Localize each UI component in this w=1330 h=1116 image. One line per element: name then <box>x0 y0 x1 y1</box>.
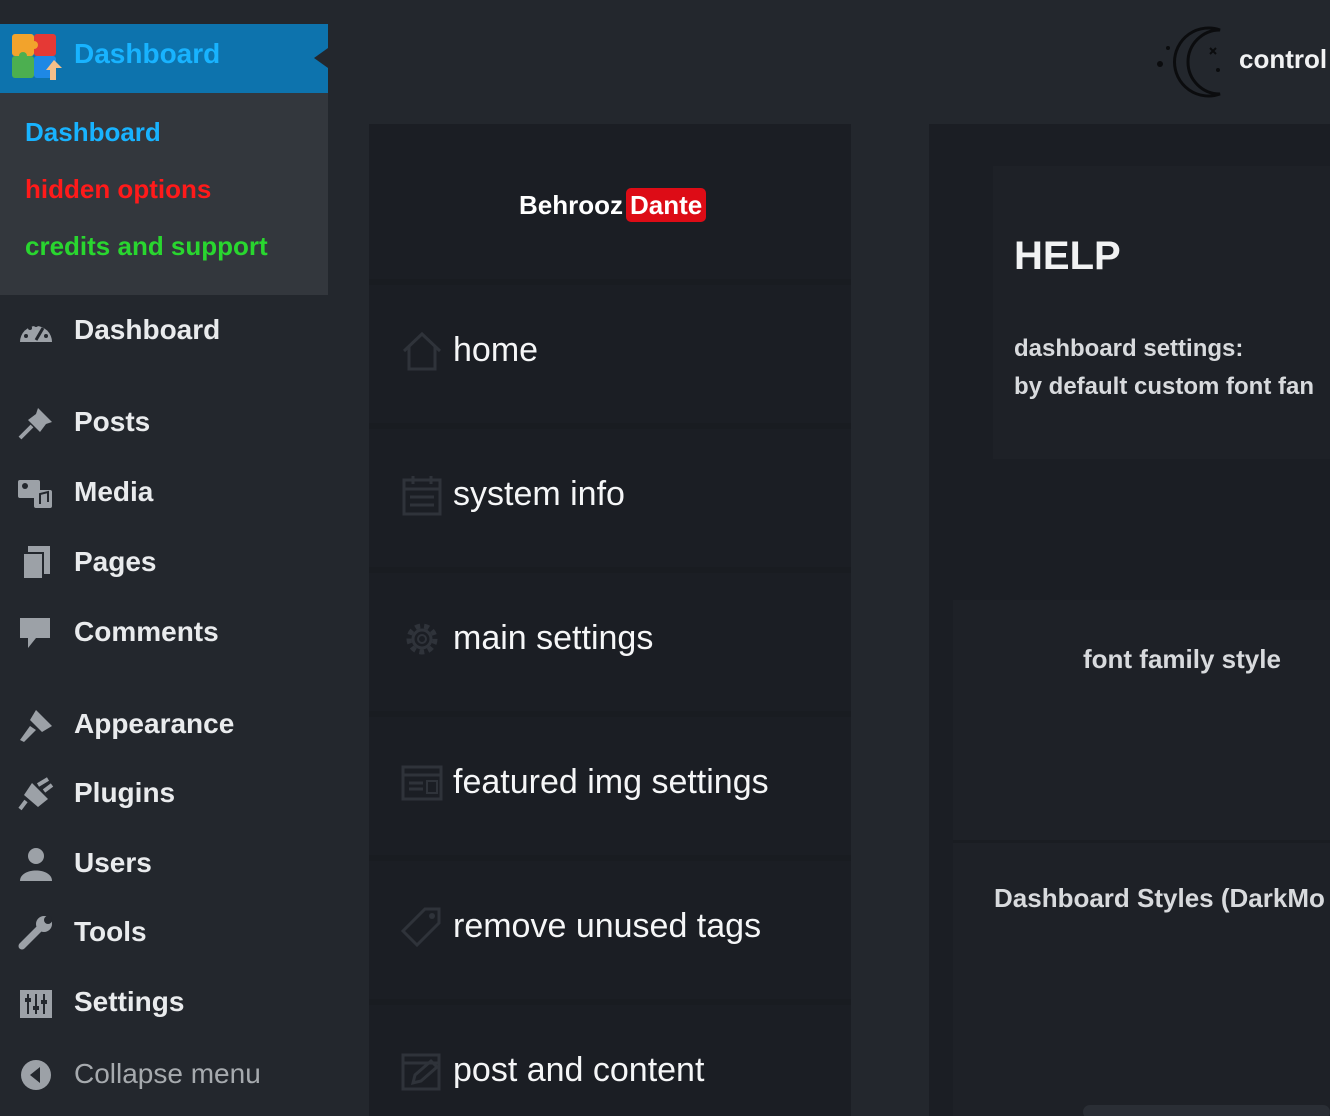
sidebar-item-label: Plugins <box>74 777 176 808</box>
nav-item-featured-img-settings[interactable]: featured img settings <box>369 711 851 849</box>
sidebar-item-label: Media <box>74 476 154 507</box>
comment-icon <box>20 618 50 648</box>
plugin-head-label: Dashboard <box>74 38 221 69</box>
sidebar-item-label: Tools <box>74 916 147 947</box>
help-line-dashboard-settings: dashboard settings: <box>1014 335 1244 362</box>
sliders-icon <box>20 990 52 1018</box>
nav-item-label: remove unused tags <box>453 907 762 945</box>
nav-item-system-info[interactable]: system info <box>369 423 851 561</box>
wrench-icon <box>18 916 52 950</box>
help-line-font-family: by default custom font fan <box>1014 373 1314 400</box>
sidebar-item-comments[interactable]: Comments <box>0 604 328 660</box>
puzzle-logo-icon <box>12 34 62 80</box>
nav-item-home[interactable]: home <box>369 279 851 417</box>
collapse-menu-button[interactable]: Collapse menu <box>0 1046 328 1102</box>
dark-mode-toggle[interactable]: control <box>1150 20 1330 104</box>
sidebar-item-label: Dashboard <box>74 314 221 345</box>
sidebar-item-plugins[interactable]: Plugins <box>0 765 328 821</box>
sidebar-item-label: Pages <box>74 546 157 577</box>
sidebar-item-users[interactable]: Users <box>0 835 328 891</box>
home-icon <box>402 331 442 371</box>
moon-icon <box>1157 26 1221 98</box>
sidebar-item-appearance[interactable]: Appearance <box>0 696 328 752</box>
sidebar-item-media[interactable]: Media <box>0 464 328 520</box>
help-title: HELP <box>1014 234 1121 278</box>
sidebar-item-label: Settings <box>74 986 185 1017</box>
pushpin-icon <box>18 408 52 440</box>
nav-item-label: featured img settings <box>453 763 769 801</box>
mode-toggle-label: control <box>1239 44 1328 74</box>
sidebar-item-label: Users <box>74 847 152 878</box>
sidebar-item-settings[interactable]: Settings <box>0 974 328 1030</box>
sidebar-item-tools[interactable]: Tools <box>0 904 328 960</box>
sidebar-item-label: Appearance <box>74 708 235 739</box>
font-family-style-heading: font family style <box>1083 644 1281 674</box>
collapse-menu-label: Collapse menu <box>74 1058 261 1089</box>
image-settings-icon <box>401 765 443 801</box>
submenu-hidden-options-link[interactable]: hidden options <box>25 174 211 205</box>
sidebar-item-label: Comments <box>74 616 219 647</box>
edit-icon <box>401 1053 441 1091</box>
paintbrush-icon <box>20 710 52 742</box>
nav-item-label: system info <box>453 475 625 513</box>
calendar-icon <box>402 476 442 516</box>
dark-mode-control-stub[interactable] <box>1083 1105 1330 1116</box>
plugin-submenu: Dashboard hidden options credits and sup… <box>0 93 328 295</box>
media-icon <box>18 480 52 508</box>
brand-first-name: Behrooz <box>519 190 623 220</box>
active-indicator <box>314 48 328 68</box>
nav-item-label: main settings <box>453 619 654 657</box>
nav-item-label: home <box>453 331 539 369</box>
submenu-credits-link[interactable]: credits and support <box>25 231 268 262</box>
collapse-arrow-icon <box>21 1060 51 1090</box>
sidebar-item-dashboard[interactable]: Dashboard <box>0 302 328 358</box>
brand-second-name: Dante <box>626 188 707 222</box>
nav-item-post-and-content[interactable]: post and content <box>369 999 851 1116</box>
sidebar-item-plugin-dashboard[interactable]: Dashboard <box>0 24 328 93</box>
user-icon <box>20 848 52 881</box>
plug-icon <box>18 777 54 811</box>
admin-sidebar: Dashboard Dashboard hidden options credi… <box>0 0 328 1116</box>
pages-icon <box>22 546 50 580</box>
section-divider <box>953 840 1330 843</box>
sidebar-item-label: Posts <box>74 406 151 437</box>
submenu-dashboard-link[interactable]: Dashboard <box>25 117 161 148</box>
styles-card: font family style Dashboard Styles (Dark… <box>953 600 1330 1116</box>
gauge-icon <box>20 323 52 342</box>
tag-icon <box>401 907 441 948</box>
dashboard-styles-heading: Dashboard Styles (DarkMo <box>994 883 1325 913</box>
gear-icon <box>406 623 438 655</box>
sidebar-item-pages[interactable]: Pages <box>0 534 328 590</box>
nav-item-remove-unused-tags[interactable]: remove unused tags <box>369 855 851 993</box>
sidebar-item-posts[interactable]: Posts <box>0 394 328 450</box>
nav-item-label: post and content <box>453 1051 705 1089</box>
nav-item-main-settings[interactable]: main settings <box>369 567 851 705</box>
brand-logo: Behrooz Dante <box>369 124 851 279</box>
plugin-navigation-panel: Behrooz Dante home system info main sett… <box>369 124 851 1116</box>
help-card: HELP dashboard settings: by default cust… <box>993 166 1330 459</box>
